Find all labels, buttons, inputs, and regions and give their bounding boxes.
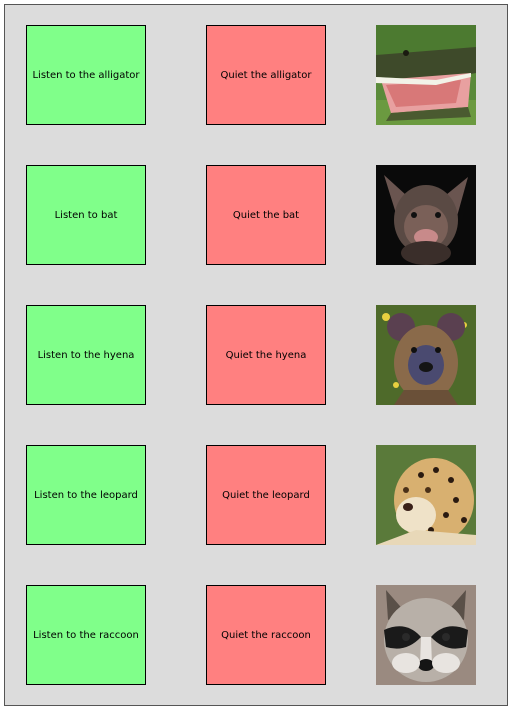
quiet-hyena-button[interactable]: Quiet the hyena (206, 305, 326, 405)
listen-alligator-button[interactable]: Listen to the alligator (26, 25, 146, 125)
alligator-photo (376, 25, 476, 125)
quiet-alligator-button[interactable]: Quiet the alligator (206, 25, 326, 125)
listen-hyena-button[interactable]: Listen to the hyena (26, 305, 146, 405)
quiet-raccoon-button[interactable]: Quiet the raccoon (206, 585, 326, 685)
animal-row-raccoon: Listen to the raccoon Quiet the raccoon (5, 585, 507, 685)
listen-raccoon-button[interactable]: Listen to the raccoon (26, 585, 146, 685)
hyena-photo (376, 305, 476, 405)
raccoon-photo (376, 585, 476, 685)
animal-row-bat: Listen to bat Quiet the bat (5, 165, 507, 265)
bat-photo (376, 165, 476, 265)
listen-bat-button[interactable]: Listen to bat (26, 165, 146, 265)
leopard-photo (376, 445, 476, 545)
animal-row-alligator: Listen to the alligator Quiet the alliga… (5, 25, 507, 125)
quiet-bat-button[interactable]: Quiet the bat (206, 165, 326, 265)
sound-board-panel: Listen to the alligator Quiet the alliga… (4, 4, 508, 706)
animal-row-leopard: Listen to the leopard Quiet the leopard (5, 445, 507, 545)
listen-leopard-button[interactable]: Listen to the leopard (26, 445, 146, 545)
quiet-leopard-button[interactable]: Quiet the leopard (206, 445, 326, 545)
animal-row-hyena: Listen to the hyena Quiet the hyena (5, 305, 507, 405)
